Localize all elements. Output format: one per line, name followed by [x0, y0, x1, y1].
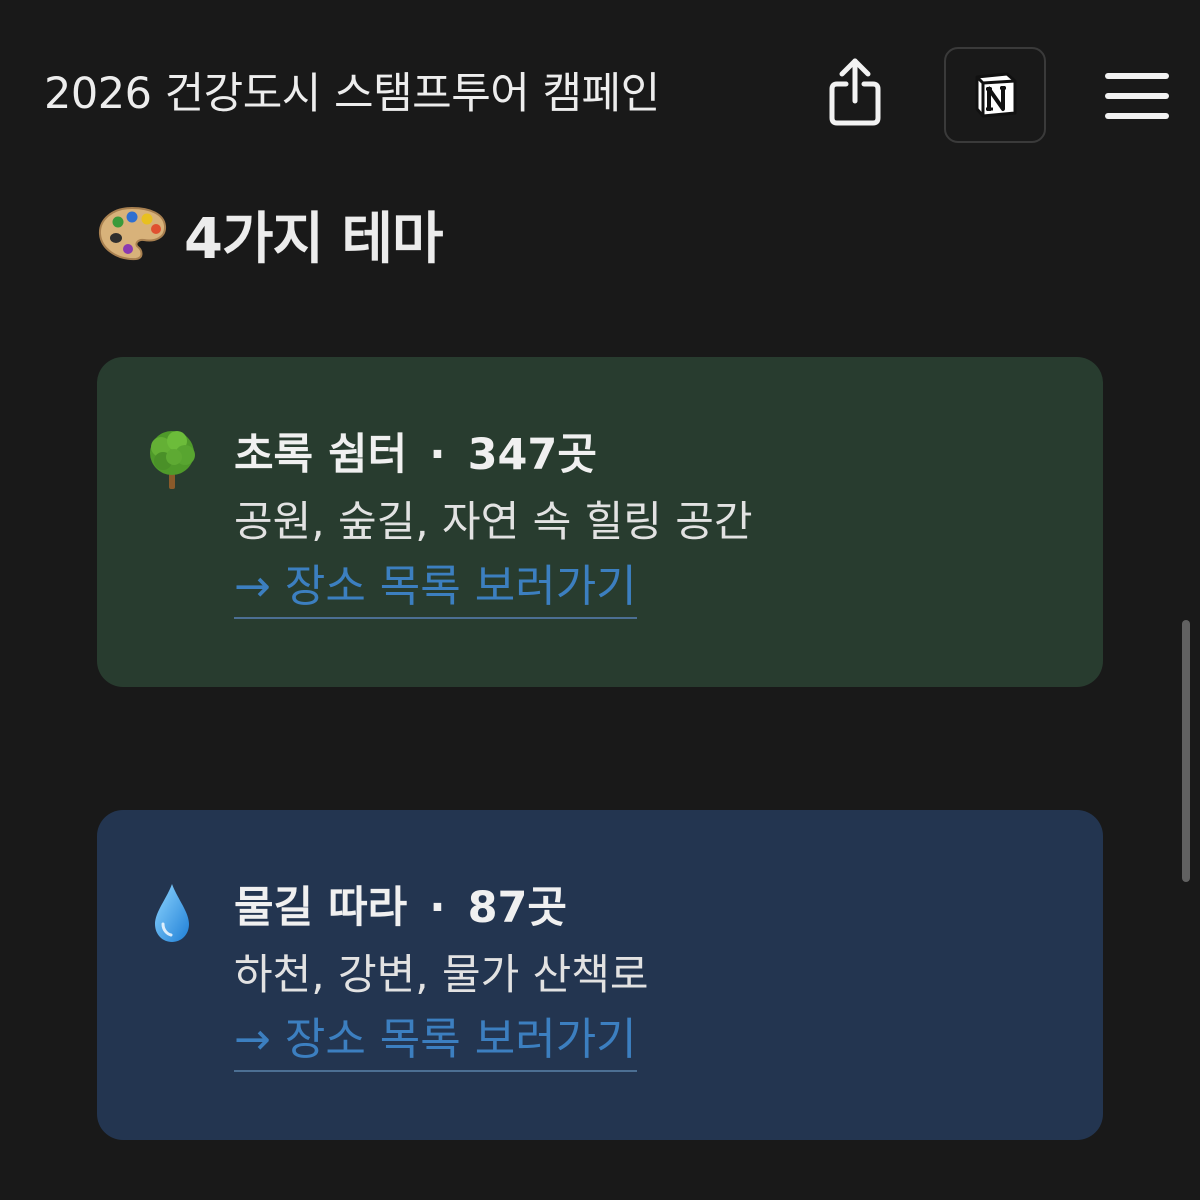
- theme-card-waterway: 물길 따라 · 87곳 하천, 강변, 물가 산책로 → 장소 목록 보러가기: [97, 810, 1103, 1140]
- scrollbar[interactable]: [1182, 620, 1190, 882]
- theme-icon-container: [141, 880, 203, 946]
- theme-name: 초록 쉼터: [234, 430, 408, 480]
- top-bar: 2026 건강도시 스탬프투어 캠페인: [0, 0, 1200, 190]
- share-button[interactable]: [818, 50, 892, 134]
- notion-button[interactable]: [944, 47, 1046, 143]
- page: 2026 건강도시 스탬프투어 캠페인 4가지 테마 초록 쉼터 · 347곳 …: [0, 0, 1200, 1200]
- section-heading: 4가지 테마: [96, 196, 444, 272]
- palette-icon: [98, 206, 167, 261]
- scrollbar-thumb[interactable]: [1182, 620, 1190, 882]
- share-icon: [829, 58, 881, 126]
- section-heading-text: 4가지 테마: [184, 206, 444, 272]
- droplet-icon: [155, 884, 189, 942]
- tree-icon: [150, 431, 195, 489]
- theme-card-green-shelter: 초록 쉼터 · 347곳 공원, 숲길, 자연 속 힐링 공간 → 장소 목록 보러…: [97, 357, 1103, 687]
- theme-title: 초록 쉼터 · 347곳: [234, 423, 597, 487]
- theme-name: 물길 따라: [234, 883, 408, 933]
- menu-button[interactable]: [1100, 62, 1174, 130]
- theme-title: 물길 따라 · 87곳: [234, 876, 567, 940]
- page-title: 2026 건강도시 스탬프투어 캠페인: [44, 69, 660, 119]
- place-list-link[interactable]: → 장소 목록 보러가기: [234, 1010, 637, 1072]
- theme-count: 87곳: [467, 883, 567, 933]
- title-separator: ·: [429, 430, 446, 480]
- place-list-link[interactable]: → 장소 목록 보러가기: [234, 557, 637, 619]
- theme-icon-container: [141, 427, 203, 493]
- title-separator: ·: [429, 883, 446, 933]
- hamburger-menu-icon: [1105, 73, 1169, 119]
- theme-description: 하천, 강변, 물가 산책로: [234, 950, 649, 999]
- theme-count: 347곳: [467, 430, 597, 480]
- theme-description: 공원, 숲길, 자연 속 힐링 공간: [234, 497, 753, 546]
- notion-logo-icon: [975, 72, 1017, 118]
